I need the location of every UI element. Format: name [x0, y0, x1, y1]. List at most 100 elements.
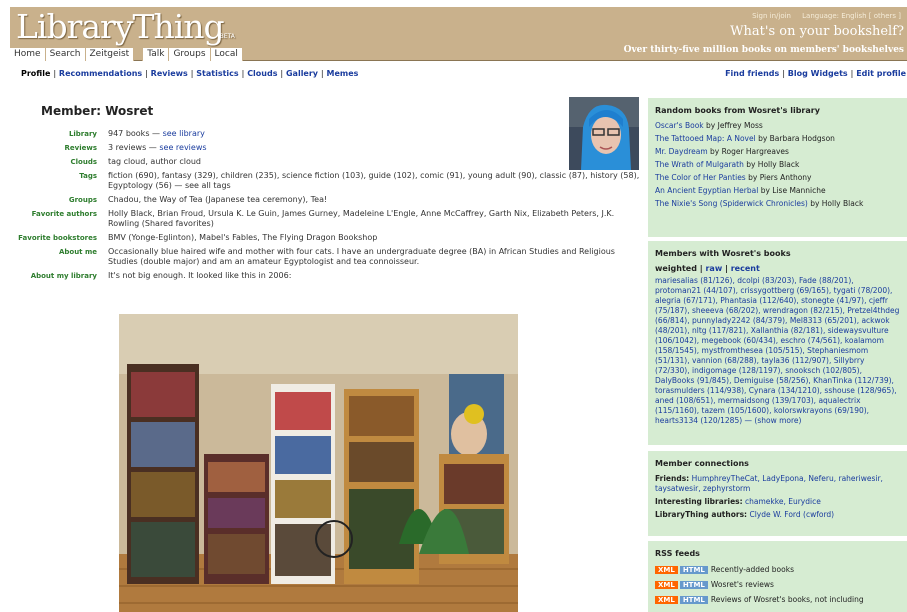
see-reviews-link[interactable]: see reviews: [159, 143, 206, 152]
blog-widgets-link[interactable]: Blog Widgets: [788, 69, 848, 78]
about-me-text: Occasionally blue haired wife and mother…: [108, 247, 615, 266]
html-feed-button[interactable]: HTML: [679, 565, 708, 574]
subnav-memes[interactable]: Memes: [327, 69, 359, 78]
rss-feeds-box: RSS feeds XML HTML Recently-added books …: [648, 541, 907, 612]
feed-label: Recently-added books: [710, 565, 794, 574]
random-book-item: The Tattooed Map: A Novel by Barbara Hod…: [655, 134, 835, 143]
library-photo: [119, 314, 518, 612]
site-subslogan: Over thirty-five million books on member…: [623, 45, 904, 55]
lt-authors-label: LibraryThing authors:: [655, 510, 748, 519]
clouds-row: Clouds tag cloud, author cloud: [14, 157, 644, 167]
rss-feed-row: XML HTML Recently-added books: [655, 565, 901, 574]
random-book-item: Oscar's Book by Jeffrey Moss: [655, 121, 763, 130]
groups-links[interactable]: Chadou, the Way of Tea (Japanese tea cer…: [108, 195, 327, 205]
clouds-label: Clouds: [70, 158, 97, 166]
recent-tab[interactable]: recent: [731, 264, 760, 273]
reviews-row: Reviews 3 reviews — see reviews: [14, 143, 644, 153]
subnav-clouds[interactable]: Clouds: [247, 69, 277, 78]
html-feed-button[interactable]: HTML: [679, 580, 708, 589]
weighted-tab[interactable]: weighted: [655, 264, 697, 273]
subnav-profile[interactable]: Profile: [21, 69, 50, 78]
tab-search[interactable]: Search: [45, 48, 86, 61]
favorite-bookstores-row: Favorite bookstores BMV (Yonge-Eglinton)…: [14, 233, 644, 243]
random-books-title: Random books from Wosret's library: [655, 106, 820, 115]
about-library-text: It's not big enough. It looked like this…: [108, 271, 292, 280]
friends-label: Friends:: [655, 474, 690, 483]
book-title-link[interactable]: Mr. Daydream: [655, 147, 708, 156]
random-book-item: The Wrath of Mulgarath by Holly Black: [655, 160, 800, 169]
edit-profile-link[interactable]: Edit profile: [856, 69, 906, 78]
see-library-link[interactable]: see library: [163, 129, 205, 138]
members-list[interactable]: mariesalias (81/126), dcolpi (83/203), F…: [648, 273, 907, 426]
about-library-row: About my library It's not big enough. It…: [14, 271, 644, 281]
rss-title: RSS feeds: [655, 549, 700, 558]
rss-feed-row: XML HTML Wosret's reviews: [655, 580, 901, 589]
language-others-link[interactable]: [ others ]: [869, 12, 901, 20]
random-book-item: An Ancient Egyptian Herbal by Lise Manni…: [655, 186, 826, 195]
top-links: Sign in/join Language: English [ others …: [752, 12, 901, 20]
tab-home[interactable]: Home: [10, 48, 46, 61]
tags-label: Tags: [79, 172, 97, 180]
random-book-item: Mr. Daydream by Roger Hargreaves: [655, 147, 789, 156]
lt-authors-link[interactable]: Clyde W. Ford (cwford): [749, 510, 834, 519]
xml-feed-button[interactable]: XML: [655, 580, 678, 589]
subnav-gallery[interactable]: Gallery: [286, 69, 318, 78]
connections-title: Member connections: [655, 459, 749, 468]
reviews-label: Reviews: [64, 144, 97, 152]
site-header: LibraryThingBETA Home Search Zeitgeist T…: [10, 7, 907, 61]
rss-feed-row: XML HTML Reviews of Wosret's books, not …: [655, 595, 901, 604]
subnav-reviews[interactable]: Reviews: [151, 69, 188, 78]
clouds-links[interactable]: tag cloud, author cloud: [108, 157, 201, 167]
tab-local[interactable]: Local: [210, 48, 243, 61]
library-count: 947 books: [108, 129, 150, 138]
library-row: Library 947 books — see library: [14, 129, 644, 139]
profile-actions: Find friends | Blog Widgets | Edit profi…: [725, 69, 906, 78]
random-books-box: Random books from Wosret's library Oscar…: [648, 98, 907, 237]
book-title-link[interactable]: The Tattooed Map: A Novel: [655, 134, 756, 143]
tags-row: Tags fiction (690), fantasy (329), child…: [14, 171, 644, 191]
groups-label: Groups: [68, 196, 97, 204]
subnav-statistics[interactable]: Statistics: [196, 69, 238, 78]
find-friends-link[interactable]: Find friends: [725, 69, 779, 78]
main-nav-tabs: Home Search Zeitgeist Talk Groups Local: [10, 48, 243, 61]
page-title: Member: Wosret: [41, 104, 154, 118]
librarything-logo[interactable]: LibraryThingBETA: [16, 7, 235, 46]
about-library-label: About my library: [30, 272, 97, 280]
member-connections-box: Member connections Friends: HumphreyTheC…: [648, 451, 907, 536]
book-title-link[interactable]: The Wrath of Mulgarath: [655, 160, 744, 169]
signin-link[interactable]: Sign in/join: [752, 12, 791, 20]
library-label: Library: [68, 130, 97, 138]
site-slogan: What's on your bookshelf?: [730, 24, 904, 39]
profile-subnav: Profile | Recommendations | Reviews | St…: [21, 69, 359, 78]
raw-tab[interactable]: raw: [705, 264, 722, 273]
tab-zeitgeist[interactable]: Zeitgeist: [85, 48, 135, 61]
language-selector[interactable]: Language: English: [802, 12, 866, 20]
xml-feed-button[interactable]: XML: [655, 595, 678, 604]
subnav-recommendations[interactable]: Recommendations: [59, 69, 142, 78]
random-book-item: The Nixie's Song (Spiderwick Chronicles)…: [655, 199, 864, 208]
book-title-link[interactable]: Oscar's Book: [655, 121, 704, 130]
html-feed-button[interactable]: HTML: [679, 595, 708, 604]
feed-label: Wosret's reviews: [710, 580, 774, 589]
members-with-books-box: Members with Wosret's books weighted | r…: [648, 241, 907, 445]
book-title-link[interactable]: The Nixie's Song (Spiderwick Chronicles): [655, 199, 808, 208]
beta-label: BETA: [219, 33, 235, 40]
book-title-link[interactable]: An Ancient Egyptian Herbal: [655, 186, 758, 195]
favorite-bookstores-label: Favorite bookstores: [18, 234, 97, 242]
favorite-authors-row: Favorite authors Holly Black, Brian Frou…: [14, 209, 644, 229]
interesting-libraries-label: Interesting libraries:: [655, 497, 743, 506]
favorite-authors-links[interactable]: Holly Black, Brian Froud, Ursula K. Le G…: [108, 209, 644, 229]
book-title-link[interactable]: The Color of Her Panties: [655, 173, 746, 182]
tab-groups[interactable]: Groups: [169, 48, 211, 61]
friends-links[interactable]: HumphreyTheCat, LadyEpona, Neferu, raher…: [655, 474, 883, 493]
tab-talk[interactable]: Talk: [142, 48, 170, 61]
groups-row: Groups Chadou, the Way of Tea (Japanese …: [14, 195, 644, 205]
interesting-libraries-links[interactable]: chamekke, Eurydice: [745, 497, 821, 506]
random-book-item: The Color of Her Panties by Piers Anthon…: [655, 173, 812, 182]
profile-details: Library 947 books — see library Reviews …: [14, 129, 644, 285]
xml-feed-button[interactable]: XML: [655, 565, 678, 574]
tags-links[interactable]: fiction (690), fantasy (329), children (…: [108, 171, 644, 191]
favorite-bookstores-links[interactable]: BMV (Yonge-Eglinton), Mabel's Fables, Th…: [108, 233, 377, 243]
reviews-count: 3 reviews: [108, 143, 147, 152]
members-title: Members with Wosret's books: [655, 249, 791, 258]
